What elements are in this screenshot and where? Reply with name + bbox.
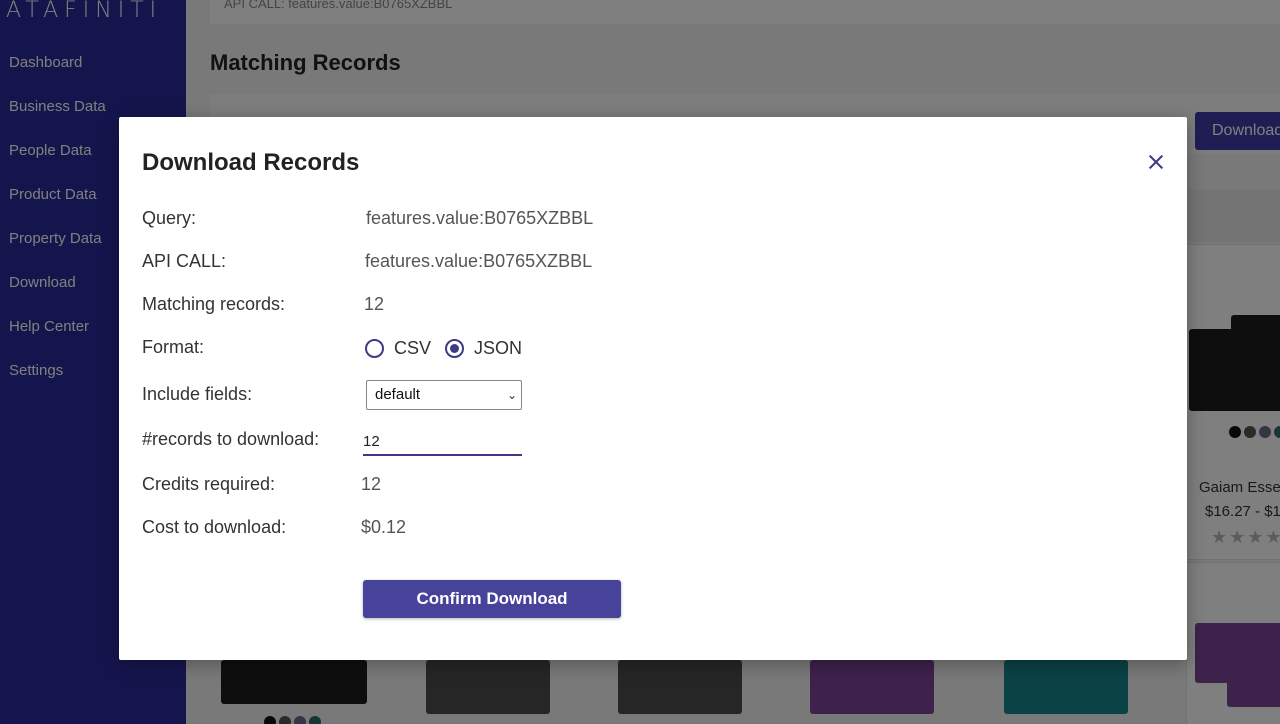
radio-icon[interactable] [445, 339, 464, 358]
confirm-download-button[interactable]: Confirm Download [363, 580, 621, 618]
format-label: Format: [142, 337, 205, 357]
close-icon[interactable] [1145, 151, 1167, 173]
include-fields-selected: default [375, 386, 421, 403]
records-to-download-input[interactable] [363, 428, 522, 456]
include-fields-select[interactable]: default ⌄ [366, 380, 522, 410]
api-call-value: features.value:B0765XZBBL [365, 251, 593, 271]
query-label: Query: [142, 208, 197, 228]
format-option-json[interactable]: JSON [445, 338, 522, 359]
matching-records-value: 12 [364, 294, 385, 314]
cost-to-download-value: $0.12 [361, 517, 407, 537]
records-to-download-label: #records to download: [142, 429, 320, 449]
api-call-label: API CALL: [142, 251, 227, 271]
download-records-modal: Download Records Query: features.value:B… [119, 117, 1187, 660]
format-option-label: CSV [394, 338, 432, 358]
format-option-csv[interactable]: CSV [365, 338, 431, 359]
modal-title: Download Records [142, 149, 360, 176]
credits-required-value: 12 [361, 474, 382, 494]
chevron-down-icon: ⌄ [506, 388, 517, 402]
cost-to-download-label: Cost to download: [142, 517, 287, 537]
radio-icon[interactable] [365, 339, 384, 358]
include-fields-label: Include fields: [142, 384, 253, 404]
matching-records-label: Matching records: [142, 294, 286, 314]
query-value: features.value:B0765XZBBL [366, 208, 594, 228]
format-option-label: JSON [474, 338, 523, 358]
credits-required-label: Credits required: [142, 474, 276, 494]
